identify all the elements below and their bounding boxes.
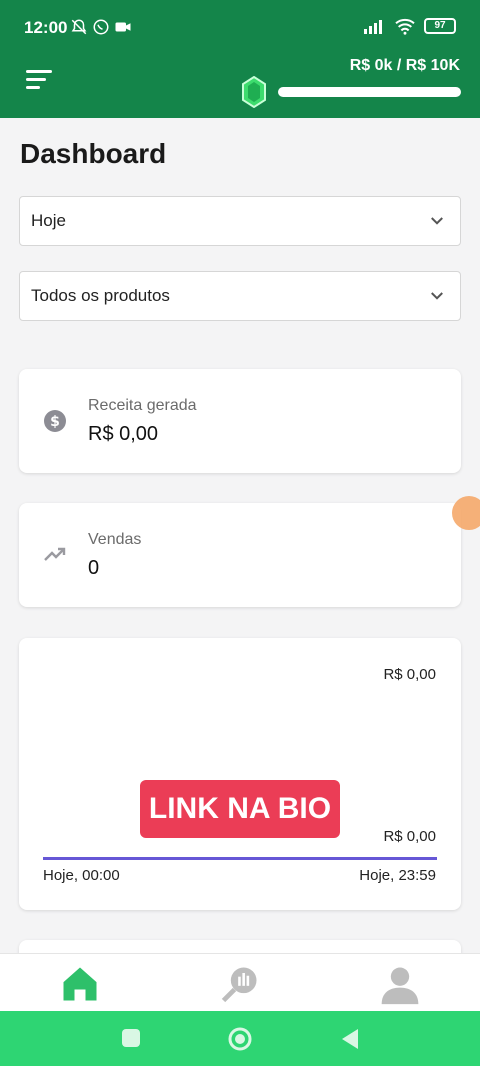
notification-icons — [70, 18, 132, 36]
revenue-chart-card: R$ 0,00 LINK NA BIO R$ 0,00 Hoje, 00:00 … — [19, 638, 461, 910]
product-select[interactable]: Todos os produtos — [19, 271, 461, 321]
dollar-coin-icon: $ — [44, 410, 66, 432]
status-time: 12:00 — [24, 18, 68, 37]
svg-text:$: $ — [50, 414, 60, 430]
sales-card: Vendas 0 — [19, 503, 461, 607]
nav-analytics[interactable] — [218, 962, 262, 1006]
trending-up-icon — [44, 547, 66, 561]
status-bar: 12:00 97 — [0, 0, 480, 56]
sales-label: Vendas — [88, 531, 142, 548]
revenue-value: R$ 0,00 — [88, 423, 159, 445]
profile-icon — [381, 967, 419, 1005]
page-title: Dashboard — [20, 138, 167, 169]
sales-value: 0 — [88, 557, 100, 579]
battery-indicator: 97 — [424, 18, 456, 34]
chevron-down-icon — [431, 292, 443, 300]
bottom-navigation — [0, 953, 480, 1011]
revenue-card: $ Receita gerada R$ 0,00 — [19, 369, 461, 473]
chart-x-end-label: Hoje, 23:59 — [359, 867, 436, 884]
revenue-goal-text: R$ 0k / R$ 10K — [349, 57, 460, 74]
back-icon[interactable] — [340, 1028, 360, 1050]
home-icon — [63, 967, 97, 1001]
nav-home[interactable] — [58, 962, 102, 1006]
chart-x-start-label: Hoje, 00:00 — [43, 867, 120, 884]
home-circle-icon[interactable] — [227, 1026, 253, 1052]
wifi-icon — [395, 18, 415, 35]
product-select-value: Todos os produtos — [31, 286, 170, 305]
nav-profile[interactable] — [378, 962, 422, 1006]
floating-bubble[interactable] — [452, 496, 480, 530]
period-select-value: Hoje — [31, 211, 66, 230]
chevron-down-icon — [431, 217, 443, 225]
period-select[interactable]: Hoje — [19, 196, 461, 246]
chart-series-line — [43, 857, 437, 860]
link-na-bio-badge: LINK NA BIO — [140, 780, 340, 838]
system-icons: 97 — [364, 17, 456, 35]
revenue-goal-progress — [278, 87, 461, 97]
recents-icon[interactable] — [121, 1028, 141, 1048]
whatsapp-icon — [93, 19, 109, 35]
video-icon — [115, 22, 131, 32]
chart-max-label: R$ 0,00 — [383, 666, 436, 683]
chart-min-label: R$ 0,00 — [383, 828, 436, 845]
emerald-gem-icon — [242, 76, 266, 108]
bell-off-icon — [71, 19, 87, 35]
signal-icon — [364, 20, 382, 34]
analytics-search-icon — [221, 967, 257, 1003]
menu-icon[interactable] — [26, 70, 52, 92]
system-navigation-bar — [0, 1011, 480, 1066]
revenue-label: Receita gerada — [88, 397, 197, 414]
app-header: 12:00 97 R$ 0k / R$ 10K — [0, 0, 480, 118]
